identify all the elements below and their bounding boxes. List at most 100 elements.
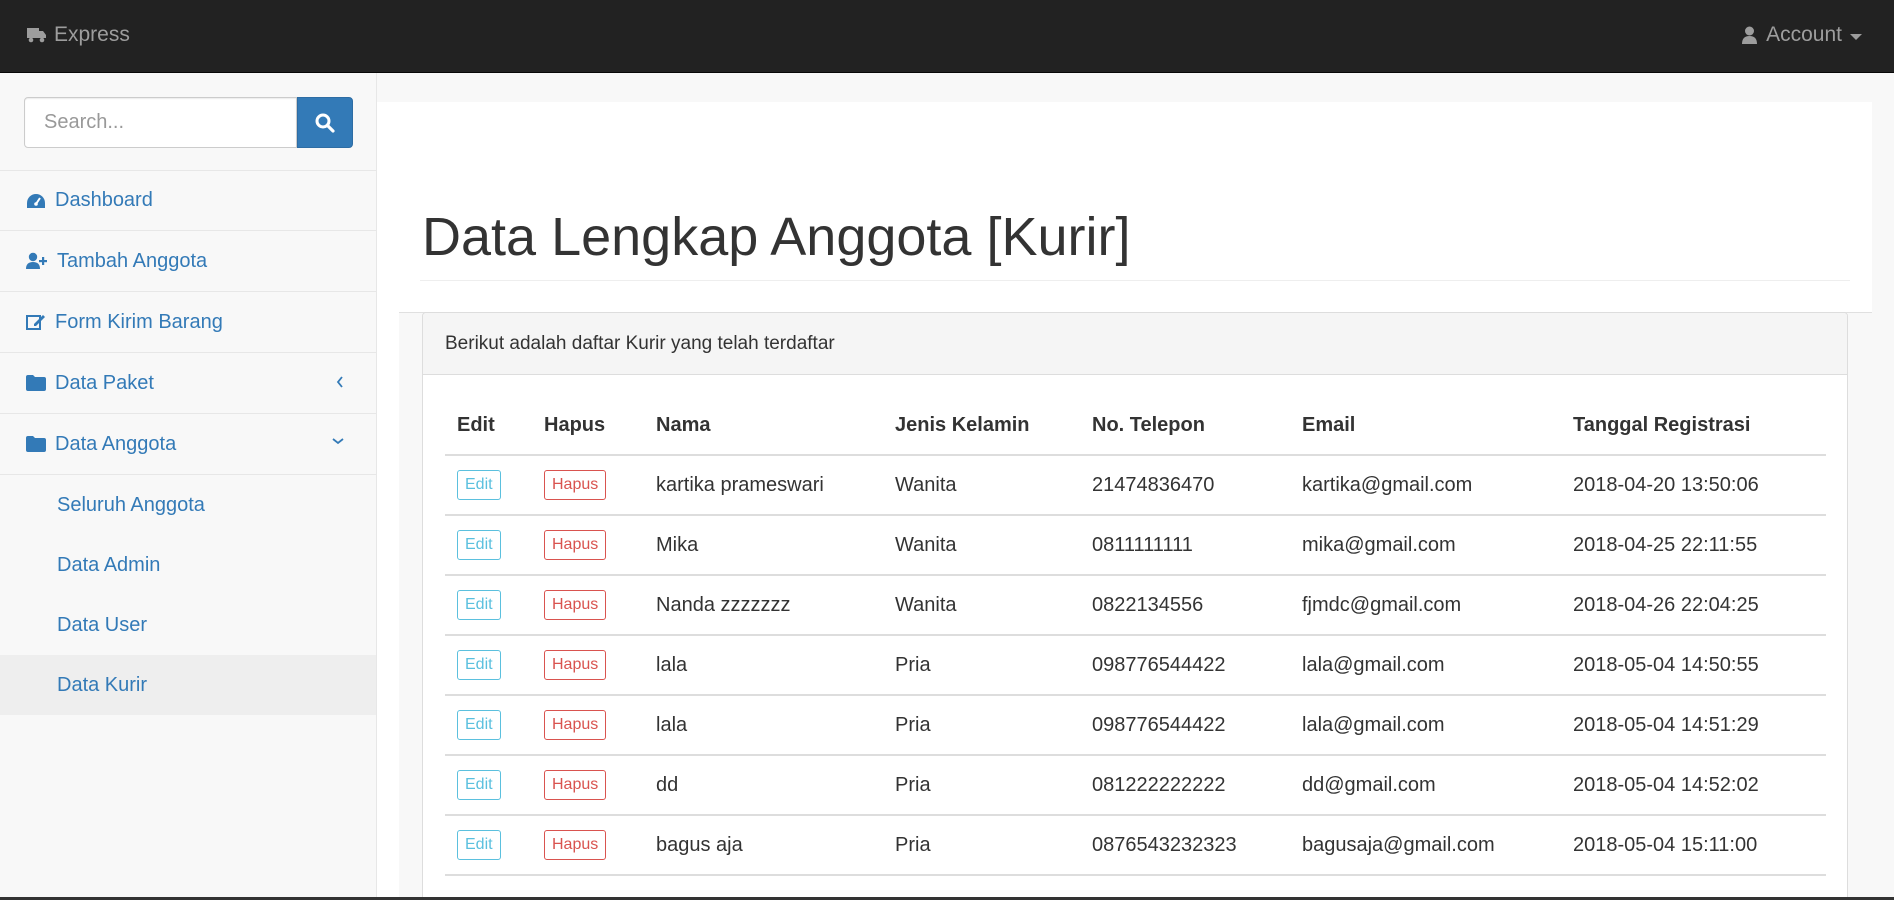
col-header-no-telepon: No. Telepon <box>1080 375 1290 456</box>
table-row: Edit Hapus dd Pria 081222222222 dd@gmail.com 2… <box>445 755 1826 816</box>
folder-icon <box>26 375 46 391</box>
table-container: Edit Hapus Nama Jenis Kelamin No. Telepo… <box>445 375 1826 876</box>
truck-icon <box>27 28 46 43</box>
chevron-left-icon <box>336 376 343 388</box>
table-row: Edit Hapus kartika prameswari Wanita 2147483… <box>445 455 1826 516</box>
edit-button[interactable]: Edit <box>457 710 501 740</box>
cell-nama: dd <box>644 755 883 816</box>
edit-button[interactable]: Edit <box>457 650 501 680</box>
cell-no-telepon: 081222222222 <box>1080 755 1290 816</box>
page-wrapper: Data Lengkap Anggota [Kurir] Berikut ada… <box>377 102 1872 900</box>
user-plus-icon <box>26 252 47 269</box>
cell-email: dd@gmail.com <box>1290 755 1561 816</box>
cell-hapus: Hapus <box>532 575 644 636</box>
edit-button[interactable]: Edit <box>457 770 501 800</box>
table-row: Edit Hapus lala Pria 098776544422 lala@gmail.… <box>445 635 1826 696</box>
hapus-button[interactable]: Hapus <box>544 470 607 500</box>
cell-jenis-kelamin: Pria <box>883 815 1080 876</box>
cell-email: mika@gmail.com <box>1290 515 1561 576</box>
sidebar-item-data-paket[interactable]: Data Paket <box>0 353 376 414</box>
cell-nama: bagus aja <box>644 815 883 876</box>
hapus-button[interactable]: Hapus <box>544 650 607 680</box>
cell-edit: Edit <box>445 575 532 636</box>
edit-button[interactable]: Edit <box>457 590 501 620</box>
cell-no-telepon: 21474836470 <box>1080 455 1290 516</box>
cell-email: kartika@gmail.com <box>1290 455 1561 516</box>
hapus-button[interactable]: Hapus <box>544 770 607 800</box>
cell-email: fjmdc@gmail.com <box>1290 575 1561 636</box>
brand-link[interactable]: Express <box>27 21 130 49</box>
table-header-row: Edit Hapus Nama Jenis Kelamin No. Telepo… <box>445 375 1826 456</box>
cell-tanggal-registrasi: 2018-04-25 22:11:55 <box>1561 515 1826 576</box>
sidebar-item-form-kirim-barang[interactable]: Form Kirim Barang <box>0 292 376 353</box>
hapus-button[interactable]: Hapus <box>544 830 607 860</box>
search-input[interactable] <box>24 97 297 148</box>
sidebar-item-label: Tambah Anggota <box>57 249 208 272</box>
cell-edit: Edit <box>445 695 532 756</box>
edit-button[interactable]: Edit <box>457 530 501 560</box>
sidebar-subitem-data-user[interactable]: Data User <box>0 595 376 655</box>
cell-no-telepon: 098776544422 <box>1080 635 1290 696</box>
col-header-tanggal-registrasi: Tanggal Registrasi <box>1561 375 1826 456</box>
sidebar-subitem-data-kurir[interactable]: Data Kurir <box>0 655 376 715</box>
cell-edit: Edit <box>445 635 532 696</box>
hapus-button[interactable]: Hapus <box>544 590 607 620</box>
search-group <box>24 97 353 148</box>
cell-tanggal-registrasi: 2018-05-04 14:52:02 <box>1561 755 1826 816</box>
cell-jenis-kelamin: Pria <box>883 635 1080 696</box>
table-body: Edit Hapus kartika prameswari Wanita 2147483… <box>445 455 1826 876</box>
edit-button[interactable]: Edit <box>457 830 501 860</box>
brand-label: Express <box>54 23 130 46</box>
hapus-button[interactable]: Hapus <box>544 530 607 560</box>
cell-nama: Nanda zzzzzzz <box>644 575 883 636</box>
sidebar-item-tambah-anggota[interactable]: Tambah Anggota <box>0 231 376 292</box>
account-dropdown[interactable]: Account <box>1742 21 1862 49</box>
cell-hapus: Hapus <box>532 635 644 696</box>
col-header-jenis-kelamin: Jenis Kelamin <box>883 375 1080 456</box>
sidebar-subitem-seluruh-anggota[interactable]: Seluruh Anggota <box>0 475 376 535</box>
sidebar: Dashboard Tambah Anggota Form Kirim Bara… <box>0 73 377 900</box>
cell-email: bagusaja@gmail.com <box>1290 815 1561 876</box>
caret-down-icon <box>1850 33 1862 40</box>
cell-nama: kartika prameswari <box>644 455 883 516</box>
cell-hapus: Hapus <box>532 755 644 816</box>
cell-hapus: Hapus <box>532 455 644 516</box>
cell-email: lala@gmail.com <box>1290 695 1561 756</box>
cell-email: lala@gmail.com <box>1290 635 1561 696</box>
cell-nama: Mika <box>644 515 883 576</box>
sidebar-item-label: Dashboard <box>55 189 153 211</box>
edit-icon <box>26 315 45 330</box>
cell-jenis-kelamin: Wanita <box>883 515 1080 576</box>
cell-jenis-kelamin: Pria <box>883 695 1080 756</box>
cell-tanggal-registrasi: 2018-04-26 22:04:25 <box>1561 575 1826 636</box>
hapus-button[interactable]: Hapus <box>544 710 607 740</box>
chevron-down-icon <box>332 438 344 445</box>
search-button[interactable] <box>297 97 353 148</box>
page-title: Data Lengkap Anggota [Kurir] <box>422 207 1131 267</box>
top-navbar: Express Account <box>0 0 1894 73</box>
search-icon <box>315 113 335 133</box>
col-header-nama: Nama <box>644 375 883 456</box>
cell-no-telepon: 0822134556 <box>1080 575 1290 636</box>
sidebar-item-data-anggota[interactable]: Data Anggota <box>0 414 376 475</box>
cell-jenis-kelamin: Pria <box>883 755 1080 816</box>
sidebar-item-label: Data Anggota <box>55 432 177 455</box>
dashboard-icon <box>27 193 45 208</box>
sidebar-item-dashboard[interactable]: Dashboard <box>0 170 376 231</box>
cell-jenis-kelamin: Wanita <box>883 575 1080 636</box>
title-divider <box>420 280 1850 281</box>
kurir-table: Edit Hapus Nama Jenis Kelamin No. Telepo… <box>445 375 1826 876</box>
cell-nama: lala <box>644 695 883 756</box>
cell-tanggal-registrasi: 2018-05-04 15:11:00 <box>1561 815 1826 876</box>
folder-icon <box>26 436 46 452</box>
cell-nama: lala <box>644 635 883 696</box>
cell-tanggal-registrasi: 2018-04-20 13:50:06 <box>1561 455 1826 516</box>
cell-edit: Edit <box>445 815 532 876</box>
edit-button[interactable]: Edit <box>457 470 501 500</box>
cell-edit: Edit <box>445 755 532 816</box>
panel-heading: Berikut adalah daftar Kurir yang telah t… <box>423 313 1847 375</box>
sidebar-item-label: Form Kirim Barang <box>55 310 223 333</box>
cell-hapus: Hapus <box>532 515 644 576</box>
table-row: Edit Hapus Mika Wanita 0811111111 mika@gmail.… <box>445 515 1826 576</box>
sidebar-subitem-data-admin[interactable]: Data Admin <box>0 535 376 595</box>
